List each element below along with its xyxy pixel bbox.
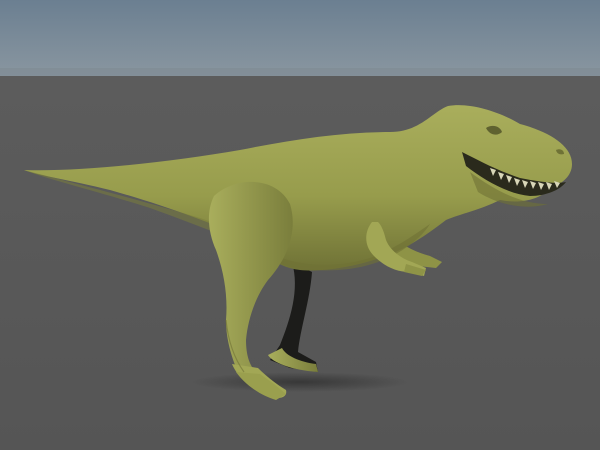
render-viewport bbox=[0, 0, 600, 450]
scene-canvas bbox=[0, 0, 600, 450]
sky bbox=[0, 0, 600, 76]
ground-shadow bbox=[190, 372, 410, 392]
